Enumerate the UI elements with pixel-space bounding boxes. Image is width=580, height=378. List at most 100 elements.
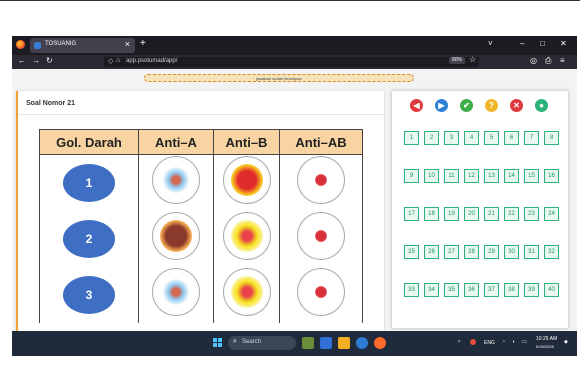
header-blood-group: Gol. Darah [39,129,139,155]
back-icon[interactable]: ← [18,56,26,65]
question-number-button[interactable]: 40 [544,283,559,297]
reload-icon[interactable]: ↻ [46,56,53,65]
question-number-button[interactable]: 3 [444,131,459,145]
question-number-button[interactable]: 18 [424,207,439,221]
question-number-button[interactable]: 6 [504,131,519,145]
question-header: Soal Nomor 21 [26,100,76,107]
file-explorer-icon[interactable] [338,337,350,349]
tab-close-icon[interactable]: × [125,39,130,49]
user-icon[interactable]: ● [535,99,548,112]
wifi-icon[interactable]: ◔ [502,339,505,345]
exam-page: jawaban sudah tersimpan Soal Nomor 21 Go… [12,69,577,331]
question-number-button[interactable]: 31 [524,245,539,259]
taskbar-search[interactable]: ⌕ Search [228,336,296,350]
reaction-dish [297,212,345,260]
minimize-button[interactable]: – [520,39,524,48]
question-number-button[interactable]: 22 [504,207,519,221]
question-number-button[interactable]: 25 [404,245,419,259]
menu-icon[interactable]: ≡ [560,56,565,65]
question-number-button[interactable]: 2 [424,131,439,145]
prev-icon[interactable]: ◀ [410,99,423,112]
question-number-button[interactable]: 5 [484,131,499,145]
question-number-button[interactable]: 19 [444,207,459,221]
reaction-spot [160,220,192,252]
clock-time[interactable]: 10:25 AM [536,336,557,342]
question-number-button[interactable]: 1 [404,131,419,145]
pocket-icon[interactable]: ◎ [530,56,537,65]
question-number-button[interactable]: 17 [404,207,419,221]
reaction-spot [163,167,189,194]
question-number-button[interactable]: 34 [424,283,439,297]
search-icon: ⌕ [233,338,237,345]
address-bar[interactable]: ◇ ⌂ app.psotumad/app/ [104,57,479,67]
question-number-button[interactable]: 27 [444,245,459,259]
next-icon[interactable]: ▶ [435,99,448,112]
question-number-button[interactable]: 14 [504,169,519,183]
shield-icon[interactable]: ◇ [108,57,113,65]
reaction-spot [230,164,263,197]
extensions-icon[interactable]: ⎙ [545,56,551,66]
browser-icon[interactable] [356,337,368,349]
doubt-icon[interactable]: ? [485,99,498,112]
question-number-button[interactable]: 11 [444,169,459,183]
question-number-button[interactable]: 38 [504,283,519,297]
question-number-button[interactable]: 9 [404,169,419,183]
question-number-button[interactable]: 24 [544,207,559,221]
bookmark-star-icon[interactable]: ☆ [469,55,476,64]
question-number-button[interactable]: 26 [424,245,439,259]
question-number-button[interactable]: 16 [544,169,559,183]
question-number-button[interactable]: 33 [404,283,419,297]
question-number-button[interactable]: 21 [484,207,499,221]
question-number-button[interactable]: 7 [524,131,539,145]
question-number-button[interactable]: 32 [544,245,559,259]
question-number-button[interactable]: 37 [484,283,499,297]
table-row: 1 [39,154,363,211]
question-number-button[interactable]: 36 [464,283,479,297]
question-number-button[interactable]: 39 [524,283,539,297]
language-indicator[interactable]: ENG [484,340,495,346]
taskbar-app-icon[interactable] [302,337,314,349]
question-number-button[interactable]: 15 [524,169,539,183]
question-number-button[interactable]: 12 [464,169,479,183]
question-card: Soal Nomor 21 Gol. Darah Anti–A Anti–B A… [16,91,386,331]
url-text[interactable]: app.psotumad/app/ [126,58,177,64]
question-number-button[interactable]: 4 [464,131,479,145]
close-icon[interactable]: ✕ [510,99,523,112]
close-window-button[interactable]: ✕ [560,39,567,48]
new-tab-button[interactable]: + [140,38,146,49]
question-number-button[interactable]: 13 [484,169,499,183]
card-divider [18,114,386,115]
taskbar-app-icon[interactable] [320,337,332,349]
zoom-level-badge[interactable]: 80% [449,57,466,64]
question-number-button[interactable]: 29 [484,245,499,259]
top-border [0,0,580,3]
reaction-spot [230,220,263,252]
clock-date[interactable]: 5/29/2025 [536,344,554,349]
question-number-button[interactable]: 10 [424,169,439,183]
windows-start-icon[interactable] [213,338,223,348]
question-number-button[interactable]: 8 [544,131,559,145]
firefox-icon[interactable] [16,40,25,49]
question-number-button[interactable]: 20 [464,207,479,221]
maximize-button[interactable]: □ [540,39,545,48]
question-number-button[interactable]: 28 [464,245,479,259]
forward-icon[interactable]: → [32,56,40,65]
battery-icon[interactable]: ▭ [522,339,527,345]
browser-tab[interactable]: TOSUANIG × [30,38,135,53]
question-number-button[interactable]: 35 [444,283,459,297]
screen: TOSUANIG × + ˅ – □ ✕ ← → ↻ ◇ ⌂ app.psotu… [12,36,577,356]
question-number-button[interactable]: 30 [504,245,519,259]
firefox-taskbar-icon[interactable] [374,337,386,349]
volume-icon[interactable]: ◖ [512,339,515,345]
question-number-button[interactable]: 23 [524,207,539,221]
blood-sample-label: 1 [63,163,115,202]
notifications-icon[interactable]: ◆ [564,339,568,345]
tab-list-icon[interactable]: ˅ [488,39,493,48]
lock-icon[interactable]: ⌂ [116,57,120,64]
header-anti-a: Anti–A [138,129,214,155]
blood-sample-label: 2 [63,219,115,258]
reaction-spot [315,286,327,298]
check-icon[interactable]: ✔ [460,99,473,112]
tray-app-icon[interactable] [470,339,476,345]
tray-chevron-icon[interactable]: ^ [458,340,460,346]
